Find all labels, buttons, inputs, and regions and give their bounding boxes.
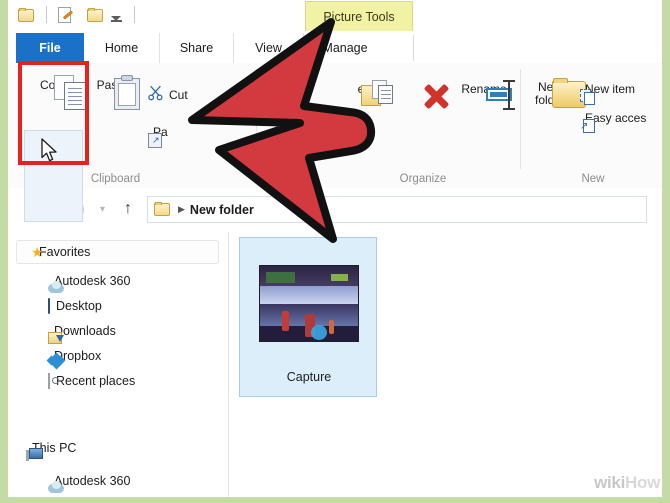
navigation-pane: ★ Favorites Autodesk 360 Desktop Downloa… (8, 232, 229, 497)
desktop-icon (48, 298, 50, 314)
mouse-cursor (41, 138, 61, 169)
tab-share-label: Share (179, 41, 214, 55)
sidebar-item-downloads[interactable]: Downloads (48, 320, 116, 342)
picture-tools-contextual-label: Picture Tools (305, 1, 413, 31)
sidebar-item-recent-places[interactable]: Recent places (48, 370, 135, 392)
star-icon: ★ (31, 243, 44, 260)
nav-section-favorites[interactable]: ★ Favorites (16, 240, 219, 264)
breadcrumb[interactable]: ▶ New folder (147, 196, 647, 223)
paste-button[interactable]: Paste (88, 75, 140, 110)
sidebar-item-autodesk-360[interactable]: Autodesk 360 (48, 270, 130, 292)
tab-strip-divider (413, 35, 414, 61)
picture-tools-text: Picture Tools (323, 9, 395, 24)
organize-group-label: Organize (399, 173, 447, 185)
sidebar-item-autodesk-360-pc[interactable]: Autodesk 360 (48, 470, 130, 492)
delete-button[interactable] (400, 79, 450, 110)
file-explorer-window: Picture Tools File Home Share View Manag… (8, 0, 662, 497)
address-bar: ← → ▾ ↑ ▶ New folder (8, 188, 662, 233)
tab-home[interactable]: Home (84, 33, 160, 63)
tab-file[interactable]: File (16, 33, 84, 63)
tab-manage[interactable]: Manage (304, 33, 386, 63)
quick-access-divider-2 (134, 6, 135, 23)
cut-button-label: Cut (169, 87, 188, 102)
folder-icon[interactable] (18, 8, 35, 23)
group-divider-clipboard (256, 69, 257, 169)
copy-button[interactable]: Copy (28, 75, 86, 110)
tab-manage-label: Manage (322, 41, 368, 55)
customize-chevron-icon[interactable] (111, 11, 122, 22)
tab-share[interactable]: Share (160, 33, 234, 63)
tab-view[interactable]: View (234, 33, 304, 63)
sidebar-item-this-pc[interactable]: This PC (26, 437, 76, 459)
group-divider-organize (520, 69, 521, 169)
tab-file-label: File (39, 41, 61, 55)
sidebar-item-label: Desktop (56, 299, 102, 313)
properties-folder-icon[interactable] (87, 8, 104, 23)
watermark-wiki: wiki (594, 473, 626, 492)
file-item-capture[interactable]: Capture (239, 237, 377, 397)
new-group-label: New (581, 173, 605, 185)
easy-access-button[interactable]: ↗ Easy acces (580, 111, 646, 133)
breadcrumb-current-folder: New folder (189, 202, 254, 217)
chevron-down-icon: ▾ (100, 204, 106, 215)
up-arrow-icon: ↑ (124, 200, 132, 217)
sidebar-item-label: Recent places (56, 374, 136, 388)
watermark-how: How (625, 473, 660, 492)
sidebar-item-dropbox[interactable]: Dropbox (46, 345, 101, 370)
ribbon-tab-strip: File Home Share View Manage (8, 33, 662, 64)
ribbon: Copy Paste (8, 63, 662, 222)
paste-shortcut-button[interactable]: ↗ Pa (148, 125, 168, 148)
breadcrumb-folder-icon (154, 201, 171, 219)
quick-access-divider (46, 6, 47, 23)
sidebar-item-label: Autodesk 360 (54, 274, 131, 288)
scissors-icon (148, 85, 164, 104)
recent-places-icon (48, 373, 50, 389)
recent-locations-button[interactable]: ▾ (100, 204, 105, 215)
breadcrumb-separator-icon: ▶ (178, 204, 185, 214)
nav-section-favorites-label: Favorites (39, 245, 91, 259)
up-button[interactable]: ↑ (124, 200, 132, 218)
file-list-pane: Capture (229, 232, 662, 497)
new-folder-button[interactable]: New folder (526, 77, 574, 107)
tab-view-label: View (255, 41, 282, 55)
new-item-button[interactable]: New item (580, 82, 635, 105)
image-border: Picture Tools File Home Share View Manag… (0, 0, 670, 503)
sidebar-item-label: Autodesk 360 (54, 474, 131, 488)
rename-button[interactable]: Rename (456, 79, 515, 110)
cut-button[interactable]: Cut (148, 85, 188, 104)
file-thumbnail (259, 265, 359, 342)
copy-to-button[interactable]: e (338, 79, 393, 106)
wikihow-watermark: wikiHow (594, 473, 660, 493)
new-document-icon[interactable] (58, 7, 74, 24)
sidebar-item-desktop[interactable]: Desktop (48, 295, 102, 317)
file-name-label: Capture (286, 370, 332, 384)
tab-home-label: Home (104, 41, 139, 55)
